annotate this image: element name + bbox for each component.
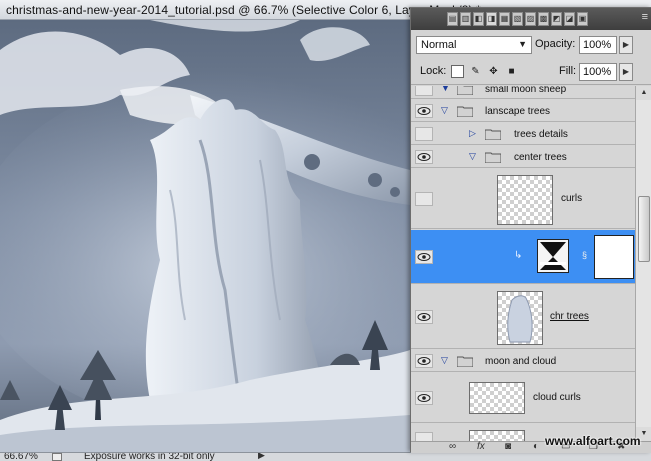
panel-tab-strip: ▤ ▥ ◧ ◨ ▦ ▧ ▨ ▩ ◩ ◪ ▣ ≡ (411, 8, 651, 30)
folder-icon (457, 356, 473, 367)
expand-arrow-icon[interactable]: ▽ (441, 105, 448, 116)
lock-all-padlock-icon[interactable]: ■ (505, 65, 518, 78)
expand-arrow-icon[interactable]: ▼ (441, 86, 450, 93)
folder-icon (485, 129, 501, 140)
opacity-label: Opacity: (535, 38, 576, 50)
fill-slider-arrow-icon[interactable]: ▶ (619, 63, 633, 81)
layer-row[interactable]: cloud curls (411, 373, 635, 423)
blend-mode-value: Normal (421, 39, 457, 51)
layer-style-fx-icon[interactable]: fx (477, 441, 485, 452)
layer-thumbnail (497, 291, 543, 345)
layer-thumbnail (469, 430, 525, 441)
visibility-toggle-icon[interactable] (415, 192, 433, 206)
mask-link-chain-icon[interactable]: § (582, 250, 587, 260)
blend-mode-select[interactable]: Normal ▼ (416, 36, 532, 54)
blend-options-row: Normal ▼ Opacity: 100% ▶ (411, 30, 651, 58)
layer-row-selected[interactable]: ↳ § (411, 230, 635, 284)
visibility-eye-icon[interactable] (415, 150, 433, 164)
layer-name: moon and cloud (485, 356, 557, 367)
opacity-slider-arrow-icon[interactable]: ▶ (619, 36, 633, 54)
visibility-toggle-icon[interactable] (415, 127, 433, 141)
opacity-input[interactable]: 100% (579, 36, 617, 54)
layer-row[interactable]: ▼ small moon sheep (411, 86, 635, 99)
photoshop-window: { "document": { "title": "christmas-and-… (0, 0, 651, 461)
visibility-eye-icon[interactable] (415, 310, 433, 324)
visibility-toggle-icon[interactable] (415, 432, 433, 441)
panel-tab-icon[interactable]: ▧ (512, 12, 523, 26)
fill-label: Fill: (559, 65, 577, 77)
panel-menu-icon[interactable]: ≡ (642, 11, 648, 23)
layer-name: lanscape trees (485, 106, 551, 117)
layer-thumbnail (497, 175, 553, 225)
lock-pixels-brush-icon[interactable]: ✎ (469, 65, 482, 78)
panel-tab-icon[interactable]: ▩ (538, 12, 549, 26)
panel-tab-icon[interactable]: ◧ (473, 12, 484, 26)
lock-row: Lock: ✎ ✥ ■ Fill: 100% ▶ (411, 59, 651, 85)
add-mask-icon[interactable]: ◙ (505, 441, 511, 452)
lock-transparency-icon[interactable] (451, 65, 464, 78)
panel-tab-icon[interactable]: ▨ (525, 12, 536, 26)
status-bar: 66.67% Exposure works in 32-bit only ▶ (0, 452, 651, 461)
panel-tab-icon[interactable]: ▦ (499, 12, 510, 26)
visibility-toggle-icon[interactable] (415, 86, 433, 96)
chevron-down-icon: ▼ (518, 39, 527, 49)
layer-name: chr trees (550, 311, 589, 322)
folder-icon (457, 86, 473, 95)
status-menu-arrow-icon[interactable]: ▶ (258, 453, 265, 461)
expand-arrow-icon[interactable]: ▽ (441, 355, 448, 366)
layer-row[interactable]: ▷ trees details (411, 123, 635, 145)
layer-row[interactable]: ▽ center trees (411, 146, 635, 168)
layers-scrollbar[interactable]: ▲ ▼ (635, 86, 651, 441)
zoom-readout[interactable]: 66.67% (4, 453, 38, 461)
visibility-eye-icon[interactable] (415, 391, 433, 405)
layers-panel: ▤ ▥ ◧ ◨ ▦ ▧ ▨ ▩ ◩ ◪ ▣ ≡ Normal ▼ Opacity… (410, 7, 651, 453)
status-message: Exposure works in 32-bit only (84, 452, 215, 461)
document-info-icon[interactable] (52, 453, 62, 461)
folder-icon (485, 152, 501, 163)
panel-tab-icon[interactable]: ◩ (551, 12, 562, 26)
layers-list: ▼ small moon sheep ▽ lanscape trees ▷ tr… (411, 86, 635, 441)
layer-name: trees details (514, 129, 568, 140)
layer-row[interactable]: chr trees (411, 285, 635, 349)
fill-input[interactable]: 100% (579, 63, 617, 81)
layer-row[interactable]: ▽ lanscape trees (411, 100, 635, 122)
collapse-arrow-icon[interactable]: ▷ (469, 128, 476, 139)
new-adjustment-layer-icon[interactable]: ◐ (533, 441, 539, 452)
expand-arrow-icon[interactable]: ▽ (469, 151, 476, 162)
layer-mask-thumbnail[interactable] (594, 235, 634, 279)
panel-tab-icon[interactable]: ◪ (564, 12, 575, 26)
adjustment-layer-icon[interactable] (537, 239, 569, 273)
layer-name: center trees (514, 152, 567, 163)
folder-icon (457, 106, 473, 117)
lock-position-move-icon[interactable]: ✥ (487, 65, 500, 78)
panel-tab-icon[interactable]: ◨ (486, 12, 497, 26)
panel-tab-icon[interactable]: ▣ (577, 12, 588, 26)
layer-name: cloud curls (533, 392, 581, 403)
layer-row[interactable]: curls (411, 169, 635, 229)
clipping-mask-arrow-icon: ↳ (514, 250, 523, 261)
layer-row[interactable]: ▽ moon and cloud (411, 350, 635, 372)
panel-tab-icon[interactable]: ▥ (460, 12, 471, 26)
panel-tab-icon[interactable]: ▤ (447, 12, 458, 26)
scroll-up-arrow-icon[interactable]: ▲ (636, 86, 651, 100)
scrollbar-thumb[interactable] (638, 196, 650, 262)
visibility-eye-icon[interactable] (415, 354, 433, 368)
layer-name: small moon sheep (485, 86, 567, 95)
link-layers-icon[interactable]: ∞ (449, 441, 456, 452)
visibility-eye-icon[interactable] (415, 104, 433, 118)
visibility-eye-icon[interactable] (415, 250, 433, 264)
lock-label: Lock: (420, 65, 447, 77)
layer-thumbnail (469, 382, 525, 414)
watermark-text: www.alfoart.com (545, 434, 641, 448)
layer-name: curls (561, 193, 583, 204)
